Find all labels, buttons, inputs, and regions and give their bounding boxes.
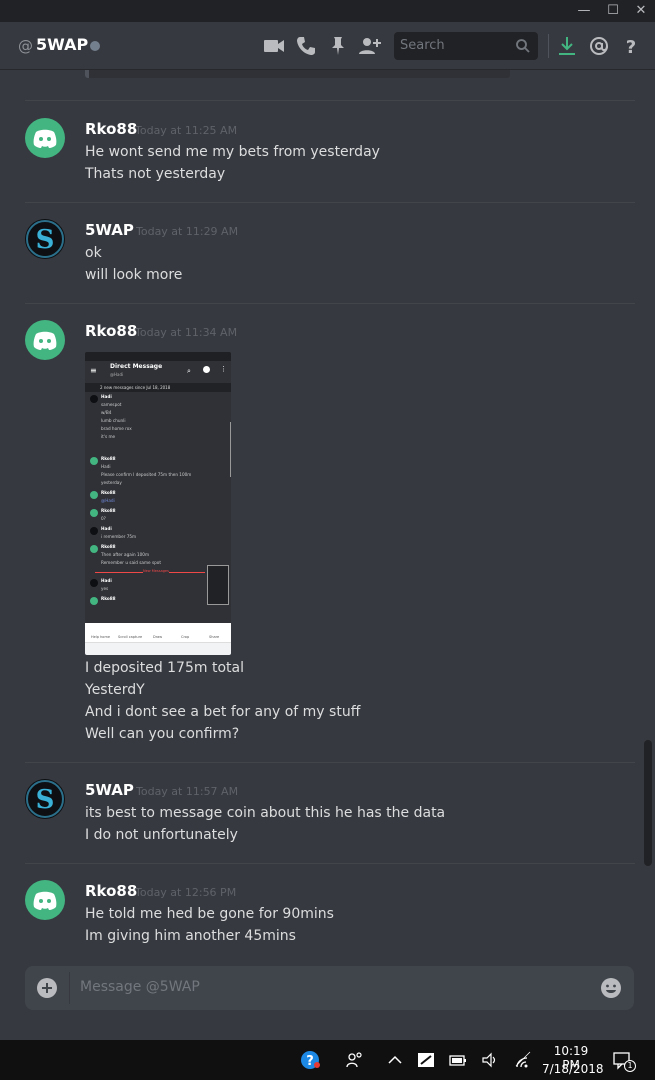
- at-symbol: @: [18, 37, 33, 55]
- channel-name: 5WAP: [36, 35, 89, 54]
- people-icon[interactable]: [344, 1050, 364, 1070]
- add-attachment-button[interactable]: [37, 978, 57, 998]
- download-icon[interactable]: [555, 34, 579, 58]
- attachment-title: Direct Message: [110, 363, 163, 370]
- message-divider: [25, 100, 635, 101]
- app-tray-icon[interactable]: [416, 1050, 436, 1070]
- search-placeholder: Search: [400, 38, 445, 53]
- message-text: And i dont see a bet for any of my stuff: [85, 704, 361, 720]
- phone-thumbnail-preview: [207, 565, 229, 605]
- channel-header: @ 5WAP Search ?: [0, 22, 655, 70]
- new-messages-bar: 2 new messages since Jul 18, 2018: [85, 383, 231, 392]
- message-divider: [25, 303, 635, 304]
- close-button[interactable]: ✕: [627, 0, 655, 22]
- volume-icon[interactable]: [480, 1050, 500, 1070]
- message-text: I do not unfortunately: [85, 827, 238, 843]
- message-text: ok: [85, 245, 102, 261]
- attachment-subtitle: @Hadi: [110, 372, 124, 377]
- avatar[interactable]: [25, 118, 65, 158]
- search-box[interactable]: Search: [394, 32, 538, 60]
- message-input-placeholder[interactable]: Message @5WAP: [80, 979, 200, 995]
- status-indicator: [90, 41, 100, 51]
- message-text: its best to message coin about this he h…: [85, 805, 446, 821]
- svg-text:?: ?: [626, 37, 636, 58]
- list-item: Rko88 Hadi Please confirm I deposited 75…: [85, 454, 231, 488]
- message-text: YesterdY: [85, 682, 145, 698]
- avatar[interactable]: S: [25, 779, 65, 819]
- plus-icon: [42, 983, 52, 993]
- discord-logo-icon: [33, 129, 57, 148]
- message-composer[interactable]: Message @5WAP: [25, 966, 634, 1010]
- image-attachment[interactable]: ≡ Direct Message @Hadi ⌕ ⋮ 2 new message…: [85, 352, 231, 655]
- message-text: Im giving him another 45mins: [85, 928, 296, 944]
- svg-text:?: ?: [306, 1054, 314, 1069]
- list-item: Hadi i remember 75m: [85, 524, 231, 542]
- avatar[interactable]: [25, 320, 65, 360]
- message-divider: [25, 202, 635, 203]
- avatar[interactable]: S: [25, 219, 65, 259]
- message-author[interactable]: Rko88: [85, 322, 137, 340]
- phone-scrollbar: [230, 422, 231, 477]
- help-icon[interactable]: ?: [300, 1050, 320, 1070]
- message-timestamp: Today at 11:29 AM: [136, 225, 239, 238]
- phone-app-bar: ≡ Direct Message @Hadi ⌕ ⋮: [85, 361, 231, 383]
- header-separator: [548, 34, 549, 58]
- message-author[interactable]: Rko88: [85, 120, 137, 138]
- profile-icon: [203, 366, 210, 373]
- voice-call-icon[interactable]: [294, 34, 318, 58]
- message-author[interactable]: 5WAP: [85, 781, 134, 799]
- message-author[interactable]: 5WAP: [85, 221, 134, 239]
- phone-nav-bar: Help home Scroll capture Draw Crop Share: [85, 623, 231, 655]
- list-item: Rko88 @Hadi: [85, 488, 231, 506]
- message-text: I deposited 175m total: [85, 660, 244, 676]
- message-text: He told me hed be gone for 90mins: [85, 906, 334, 922]
- list-item: Rko88 0?: [85, 506, 231, 524]
- message-timestamp: Today at 11:34 AM: [135, 326, 238, 339]
- emoji-picker-icon[interactable]: [600, 977, 622, 999]
- message-timestamp: Today at 12:56 PM: [135, 886, 237, 899]
- clock-date[interactable]: 7/18/2018: [542, 1062, 604, 1076]
- message-text: Well can you confirm?: [85, 726, 240, 742]
- message-timestamp: Today at 11:57 AM: [136, 785, 239, 798]
- 5wap-logo-icon: S: [26, 220, 64, 258]
- message-author[interactable]: Rko88: [85, 882, 137, 900]
- phone-status-bar: [85, 352, 231, 361]
- minimize-button[interactable]: —: [570, 0, 598, 22]
- search-icon: ⌕: [187, 367, 191, 375]
- maximize-button[interactable]: ☐: [599, 0, 627, 22]
- message-list[interactable]: Rko88 Today at 11:25 AM He wont send me …: [0, 70, 655, 948]
- chevron-up-icon[interactable]: [385, 1050, 405, 1070]
- notification-count-badge: 1: [624, 1060, 636, 1072]
- help-icon[interactable]: ?: [619, 34, 643, 58]
- composer-separator: [69, 972, 70, 1004]
- discord-logo-icon: [33, 891, 57, 910]
- add-friend-icon[interactable]: [358, 34, 382, 58]
- hamburger-menu-icon: ≡: [90, 366, 97, 375]
- message-text: Thats not yesterday: [85, 166, 226, 182]
- pin-icon[interactable]: [326, 34, 350, 58]
- 5wap-logo-icon: S: [26, 780, 64, 818]
- message-text: will look more: [85, 267, 183, 283]
- previous-embed-fragment: [85, 70, 510, 78]
- window-titlebar: — ☐ ✕: [0, 0, 655, 22]
- battery-icon[interactable]: [448, 1050, 468, 1070]
- discord-logo-icon: [33, 331, 57, 350]
- svg-text:S: S: [36, 785, 55, 815]
- list-item: Hadi samespot w/B4 lumb chunli brad home…: [85, 392, 231, 446]
- message-divider: [25, 762, 635, 763]
- message-text: He wont send me my bets from yesterday: [85, 144, 380, 160]
- svg-text:S: S: [36, 225, 55, 255]
- avatar[interactable]: [25, 880, 65, 920]
- more-icon: ⋮: [220, 365, 227, 373]
- wifi-icon[interactable]: [513, 1050, 533, 1070]
- mention-icon[interactable]: [587, 34, 611, 58]
- message-divider: [25, 863, 635, 864]
- video-call-icon[interactable]: [262, 34, 286, 58]
- chat-scrollbar[interactable]: [644, 740, 652, 866]
- windows-taskbar: ? 10:19 PM 7/18/2018 1: [0, 1040, 655, 1080]
- search-icon: [516, 39, 530, 53]
- message-timestamp: Today at 11:25 AM: [135, 124, 238, 137]
